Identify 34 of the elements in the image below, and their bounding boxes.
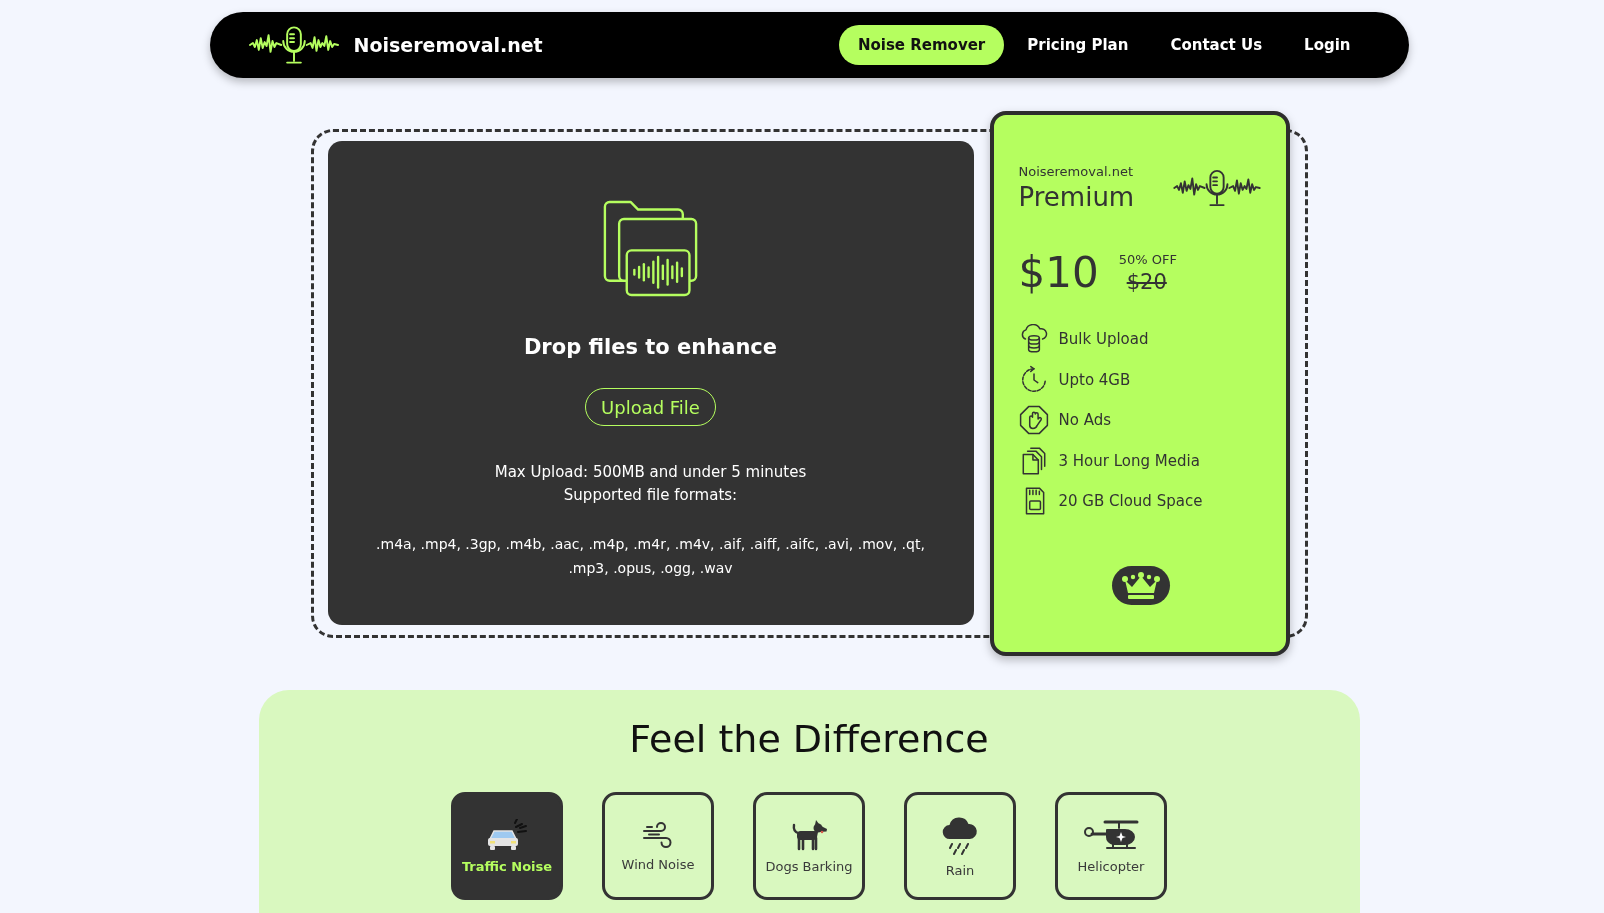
nav-link[interactable]: Login [1285, 25, 1370, 65]
formats-list: .m4a, .mp4, .3gp, .m4b, .aac, .m4p, .m4r, .m4v, .aif, .aiff, .aifc, .avi, .mov, .qt, .mp3, .opus, .ogg, .wav [358, 532, 943, 580]
audio-folder-icon [603, 200, 698, 297]
nav-link[interactable]: Pricing Plan [1008, 25, 1148, 65]
price: $10 [1018, 247, 1099, 299]
dog-icon [790, 818, 828, 851]
discount-label: 50% OFF [1118, 251, 1177, 269]
section-title: Feel the Difference [629, 716, 989, 763]
feature-label: Bulk Upload [1058, 330, 1149, 349]
feature-label: Upto 4GB [1058, 370, 1131, 389]
site-name: Noiseremoval.net [1018, 163, 1134, 181]
dropzone-title: Drop files to enhance [523, 334, 778, 361]
stop-hand-icon [1018, 405, 1049, 436]
crown-button[interactable] [1112, 566, 1170, 605]
crown-icon [1121, 571, 1161, 600]
upload-limit-text: Max Upload: 500MB and under 5 minutes [494, 462, 807, 483]
feature-label: No Ads [1058, 411, 1111, 430]
car-icon [486, 818, 528, 851]
helicopter-icon [1083, 818, 1139, 851]
brand-name[interactable]: Noiseremoval.net [353, 34, 543, 56]
upload-dropzone[interactable] [327, 141, 974, 625]
nav-link[interactable]: Contact Us [1151, 25, 1282, 65]
noise-sample-tile[interactable]: Rain [904, 792, 1016, 900]
feature-label: 20 GB Cloud Space [1058, 492, 1203, 511]
noise-sample-tile[interactable]: Helicopter [1055, 792, 1167, 900]
plan-name: Premium [1018, 181, 1135, 213]
old-price: $20 [1126, 269, 1167, 295]
noise-sample-tile[interactable]: Wind Noise [602, 792, 714, 900]
noise-sample-tile[interactable]: Dogs Barking [753, 792, 865, 900]
formats-label: Supported file formats: [563, 485, 738, 506]
feature-label: 3 Hour Long Media [1058, 451, 1200, 470]
noise-sample-tile[interactable]: Traffic Noise [451, 792, 563, 900]
wind-icon [642, 820, 674, 849]
nav-link[interactable]: Noise Remover [838, 25, 1005, 65]
